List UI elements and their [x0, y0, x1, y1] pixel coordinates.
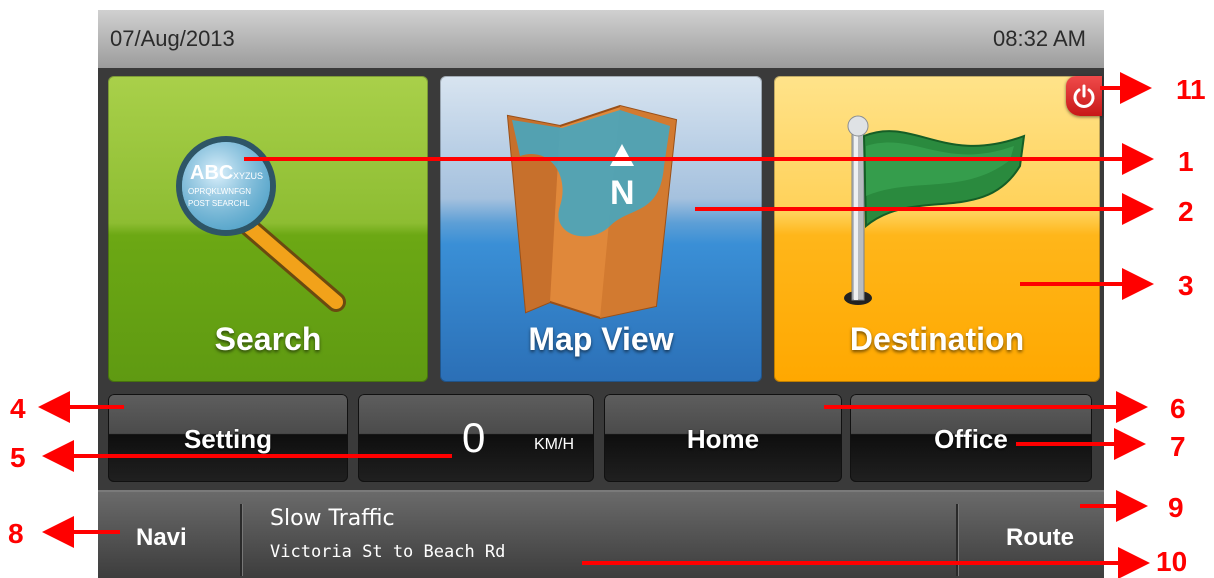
callout-label-6: 6: [1170, 393, 1186, 424]
callout-label-10: 10: [1156, 546, 1188, 577]
callout-overlay: [38, 72, 1154, 578]
callout-label-3: 3: [1178, 270, 1194, 301]
callout-label-4: 4: [10, 393, 26, 424]
callout-label-7: 7: [1170, 431, 1186, 462]
callout-label-11: 11: [1176, 74, 1206, 105]
callout-label-1: 1: [1178, 146, 1194, 177]
callout-label-2: 2: [1178, 196, 1194, 227]
callout-label-9: 9: [1168, 492, 1184, 523]
callout-label-5: 5: [10, 442, 26, 473]
callout-label-8: 8: [8, 518, 24, 549]
